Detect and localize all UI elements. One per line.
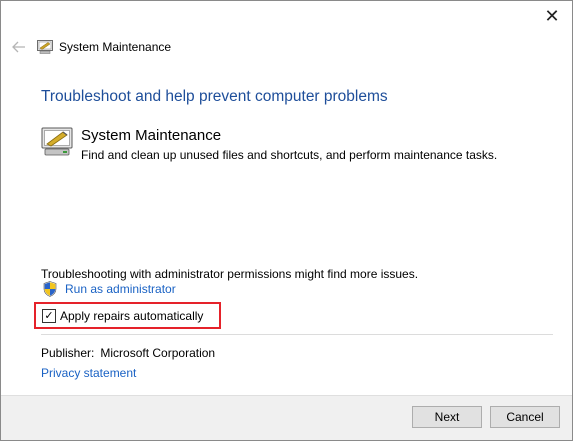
troubleshooter-description: Find and clean up unused files and short…: [81, 148, 498, 162]
cancel-button[interactable]: Cancel: [490, 406, 560, 428]
button-bar: Next Cancel: [1, 395, 572, 440]
system-maintenance-icon: [37, 40, 53, 54]
page-heading: Troubleshoot and help prevent computer p…: [41, 88, 388, 105]
close-icon: ✕: [544, 5, 560, 26]
publisher-label: Publisher:: [41, 346, 95, 360]
checkmark-icon: ✓: [44, 309, 54, 322]
apply-repairs-highlight: ✓ Apply repairs automatically: [34, 302, 221, 329]
run-as-admin-link[interactable]: Run as administrator: [65, 282, 176, 296]
publisher-value: Microsoft Corporation: [100, 346, 216, 360]
troubleshooter-window: ✕ System Maintenance Troubleshoot and he…: [0, 0, 573, 441]
run-as-admin-row: Run as administrator: [43, 281, 176, 297]
window-title: System Maintenance: [59, 40, 172, 54]
back-button[interactable]: [9, 37, 29, 57]
uac-shield-icon: [43, 281, 57, 297]
divider: [41, 334, 553, 335]
next-button[interactable]: Next: [412, 406, 482, 428]
troubleshooter-title: System Maintenance: [81, 127, 222, 144]
apply-repairs-label[interactable]: Apply repairs automatically: [60, 309, 203, 323]
publisher-row: Publisher: Microsoft Corporation: [41, 346, 215, 360]
admin-note: Troubleshooting with administrator permi…: [41, 267, 419, 281]
window-header: System Maintenance: [9, 37, 171, 57]
back-arrow-icon: [12, 41, 25, 53]
system-maintenance-icon: [41, 127, 73, 156]
apply-repairs-checkbox[interactable]: ✓: [42, 308, 56, 323]
privacy-statement-link[interactable]: Privacy statement: [41, 366, 136, 380]
close-button[interactable]: ✕: [538, 5, 566, 27]
